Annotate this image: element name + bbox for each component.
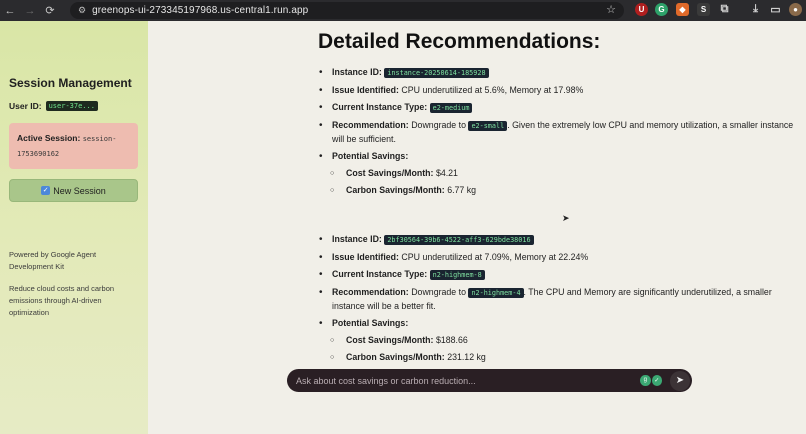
list-item: Carbon Savings/Month: 6.77 kg <box>318 184 798 197</box>
issue-value: CPU underutilized at 5.6%, Memory at 17.… <box>401 85 584 95</box>
list-item: Cost Savings/Month: $4.21 <box>318 167 798 180</box>
list-item: Potential Savings: <box>318 150 798 163</box>
list-item: Issue Identified: CPU underutilized at 7… <box>318 251 798 264</box>
cost-savings-value: $4.21 <box>435 168 458 178</box>
extension-icon-3[interactable]: ◆ <box>676 3 689 16</box>
list-item: Recommendation: Downgrade to n2-highmem-… <box>318 286 798 313</box>
issue-label: Issue Identified: <box>332 85 399 95</box>
instance-id-label: Instance ID: <box>332 67 382 77</box>
list-item: Recommendation: Downgrade to e2-small. G… <box>318 119 798 146</box>
instance-id-label: Instance ID: <box>332 234 382 244</box>
forward-icon[interactable]: → <box>20 0 40 21</box>
issue-label: Issue Identified: <box>332 252 399 262</box>
downgrade-text: Downgrade to <box>411 120 466 130</box>
cost-savings-value: $188.66 <box>435 335 468 345</box>
list-item: Cost Savings/Month: $188.66 <box>318 334 798 347</box>
bookmark-star-icon[interactable]: ☆ <box>606 3 616 16</box>
checkbox-icon: ✓ <box>41 186 51 195</box>
issue-value: CPU underutilized at 7.09%, Memory at 22… <box>401 252 589 262</box>
current-type-label: Current Instance Type: <box>332 269 428 279</box>
potential-savings-label: Potential Savings: <box>332 318 409 328</box>
list-item: Instance ID: instance-20250614-185928 <box>318 66 798 80</box>
cost-savings-label: Cost Savings/Month: <box>346 168 434 178</box>
chat-input[interactable] <box>296 375 640 386</box>
extension-icon-1[interactable]: U <box>635 3 648 16</box>
list-item: Current Instance Type: e2-medium <box>318 101 798 115</box>
url-text: greenops-ui-273345197968.us-central1.run… <box>92 5 309 16</box>
recommendation-label: Recommendation: <box>332 120 409 130</box>
new-session-label: New Session <box>53 185 106 196</box>
download-icon[interactable]: ⤓ <box>749 3 762 16</box>
carbon-savings-value: 231.12 kg <box>447 352 486 362</box>
reload-icon[interactable]: ⟳ <box>40 0 60 21</box>
target-type-value: e2-small <box>468 121 508 131</box>
new-session-button[interactable]: ✓ New Session <box>9 179 138 202</box>
potential-savings-label: Potential Savings: <box>332 151 409 161</box>
list-item: Issue Identified: CPU underutilized at 5… <box>318 84 798 97</box>
grammarly-dot-icon: g <box>640 374 651 386</box>
user-id-label: User ID: <box>9 101 42 111</box>
carbon-savings-label: Carbon Savings/Month: <box>346 352 445 362</box>
sidebar: Session Management User ID: user-37e... … <box>0 21 148 434</box>
downgrade-text: Downgrade to <box>411 287 466 297</box>
active-session-label: Active Session: <box>17 133 81 143</box>
list-item: Instance ID: 2bf30564-39b6-4522-aff3-629… <box>318 233 798 247</box>
tagline-text: Reduce cloud costs and carbon emissions … <box>9 284 115 317</box>
instance-id-value: 2bf30564-39b6-4522-aff3-629bde38016 <box>384 235 534 245</box>
extensions-puzzle-icon[interactable]: ⧉ <box>718 3 731 16</box>
back-icon[interactable]: ← <box>0 0 20 21</box>
extension-icon-4[interactable]: S <box>697 3 710 16</box>
powered-by-text: Powered by Google Agent Development Kit <box>9 250 97 271</box>
current-type-value: e2-medium <box>429 103 473 113</box>
extension-icon-2[interactable]: G <box>655 3 668 16</box>
sidebar-panel-icon[interactable]: ▭ <box>769 3 782 16</box>
grammarly-icon[interactable]: g ✓ <box>640 374 662 387</box>
user-id-row: User ID: user-37e... <box>9 101 98 111</box>
list-item: Potential Savings: <box>318 317 798 330</box>
carbon-savings-value: 6.77 kg <box>447 185 477 195</box>
instance-id-value: instance-20250614-185928 <box>384 68 489 78</box>
list-item: Current Instance Type: n2-highmem-8 <box>318 268 798 282</box>
carbon-savings-label: Carbon Savings/Month: <box>346 185 445 195</box>
sidebar-title: Session Management <box>9 76 132 90</box>
profile-avatar[interactable]: ● <box>789 3 802 16</box>
address-bar[interactable]: ⚙ greenops-ui-273345197968.us-central1.r… <box>70 2 624 19</box>
recommendation-label: Recommendation: <box>332 287 409 297</box>
user-id-value: user-37e... <box>45 101 98 111</box>
grammarly-status-icon: ✓ <box>651 374 662 386</box>
site-settings-icon[interactable]: ⚙ <box>78 5 86 16</box>
target-type-value: n2-highmem-4 <box>468 288 524 298</box>
current-type-value: n2-highmem-8 <box>429 270 485 280</box>
current-type-label: Current Instance Type: <box>332 102 428 112</box>
active-session-box: Active Session: session-1753690162 <box>9 123 138 169</box>
send-button[interactable]: ➤ <box>670 370 690 391</box>
cost-savings-label: Cost Savings/Month: <box>346 335 434 345</box>
list-item: Carbon Savings/Month: 231.12 kg <box>318 351 798 364</box>
browser-toolbar: ← → ⟳ ⚙ greenops-ui-273345197968.us-cent… <box>0 0 806 21</box>
mouse-cursor-icon: ➤ <box>562 213 570 223</box>
recommendation-block: Instance ID: 2bf30564-39b6-4522-aff3-629… <box>318 233 798 368</box>
chat-input-bar: g ✓ ➤ <box>287 369 692 392</box>
recommendation-block: Instance ID: instance-20250614-185928 Is… <box>318 66 798 201</box>
page-title: Detailed Recommendations: <box>318 30 601 53</box>
